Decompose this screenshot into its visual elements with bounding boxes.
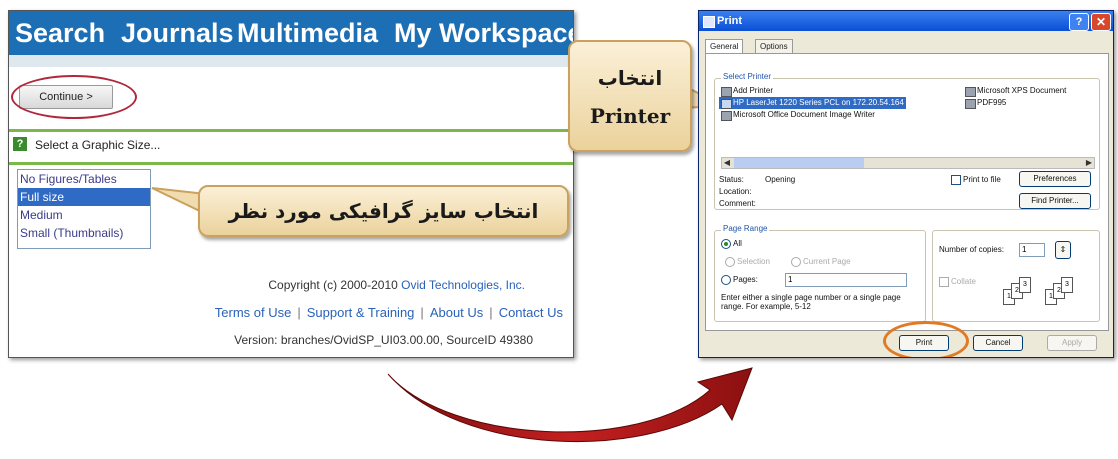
scroll-right-icon[interactable]: ▶: [1084, 158, 1094, 168]
printer-icon: [721, 99, 732, 109]
support-link[interactable]: Support & Training: [307, 305, 415, 320]
location-label: Location:: [719, 187, 752, 196]
copies-input[interactable]: 1: [1019, 243, 1045, 257]
copyright-text: Copyright (c) 2000-2010: [268, 278, 402, 292]
status-label: Status:: [719, 175, 744, 184]
printer-item-selected[interactable]: HP LaserJet 1220 Series PCL on 172.20.54…: [719, 97, 906, 109]
size-callout: انتخاب سایز گرافیکی مورد نظر: [198, 185, 569, 237]
collate-page-icon: 3: [1019, 277, 1031, 293]
help-icon[interactable]: ?: [13, 137, 27, 151]
printer-item[interactable]: Add Printer: [719, 85, 775, 97]
printer-callout-line1: انتخاب: [597, 66, 663, 90]
range-current-radio[interactable]: [791, 257, 801, 267]
collate-page-icon: 3: [1061, 277, 1073, 293]
range-pages-label: Pages:: [733, 275, 758, 284]
find-printer-button[interactable]: Find Printer...: [1019, 193, 1091, 209]
dialog-title: Print: [717, 15, 743, 27]
terms-link[interactable]: Terms of Use: [215, 305, 292, 320]
comment-label: Comment:: [719, 199, 756, 208]
print-highlight-ring: [883, 321, 969, 357]
main-nav-bar: Search Journals Multimedia My Workspace: [9, 11, 573, 55]
preferences-button[interactable]: Preferences: [1019, 171, 1091, 187]
link-separator: |: [489, 305, 493, 320]
continue-highlight-ring: [11, 75, 137, 119]
footer-copyright: Copyright (c) 2000-2010 Ovid Technologie…: [9, 278, 573, 292]
printer-icon: [703, 16, 715, 28]
printer-list-scrollbar[interactable]: ◀ ▶: [721, 157, 1095, 169]
range-help-text: Enter either a single page number or a s…: [721, 293, 901, 311]
print-to-file-label: Print to file: [963, 175, 1001, 184]
about-link[interactable]: About Us: [430, 305, 483, 320]
footer-links: Terms of Use | Support & Training | About Us…: [9, 305, 573, 320]
page-range-group: Page Range All Selection Current Page Pa…: [714, 224, 926, 322]
collate-label: Collate: [951, 277, 976, 286]
pages-input[interactable]: 1: [785, 273, 907, 287]
scroll-left-icon[interactable]: ◀: [722, 158, 732, 168]
status-value: Opening: [765, 175, 796, 184]
page-range-label: Page Range: [721, 224, 770, 233]
copies-group: Number of copies: 1 ⇕ Collate 1 2 3 1 2 …: [932, 230, 1100, 322]
tab-general[interactable]: General: [705, 39, 744, 54]
range-selection-radio[interactable]: [725, 257, 735, 267]
link-separator: |: [420, 305, 424, 320]
size-option[interactable]: Medium: [18, 206, 150, 224]
copyright-company-link[interactable]: Ovid Technologies, Inc.: [401, 278, 525, 292]
range-all-radio[interactable]: [721, 239, 731, 249]
nav-my-workspace[interactable]: My Workspace: [394, 11, 573, 55]
range-current-label: Current Page: [803, 257, 851, 266]
printer-icon: [721, 111, 732, 121]
size-option[interactable]: Small (Thumbnails): [18, 224, 150, 242]
add-printer-icon: [721, 87, 732, 97]
printer-item[interactable]: PDF995: [963, 97, 1008, 109]
nav-multimedia[interactable]: Multimedia: [237, 11, 378, 55]
footer-version: Version: branches/OvidSP_UI03.00.00, Sou…: [234, 333, 533, 347]
printer-item[interactable]: Microsoft XPS Document: [963, 85, 1068, 97]
help-button[interactable]: ?: [1069, 13, 1089, 31]
size-option-selected[interactable]: Full size: [18, 188, 150, 206]
ovid-page-screenshot: Search Journals Multimedia My Workspace …: [8, 10, 574, 358]
link-separator: |: [297, 305, 301, 320]
nav-subbar: [9, 55, 573, 67]
printer-callout: انتخاب Printer: [568, 40, 692, 152]
print-dialog: Print ? ✕ General Options Select Printer…: [698, 10, 1114, 358]
size-option[interactable]: No Figures/Tables: [18, 170, 150, 188]
print-titlebar: Print ? ✕: [699, 11, 1113, 31]
graphic-size-header: ? Select a Graphic Size...: [9, 129, 573, 165]
nav-journals[interactable]: Journals: [121, 11, 234, 55]
range-all-label: All: [733, 239, 742, 248]
range-pages-radio[interactable]: [721, 275, 731, 285]
copies-label: Number of copies:: [939, 245, 1004, 254]
curved-arrow-icon: [387, 367, 753, 443]
printer-callout-line2: Printer: [589, 104, 671, 128]
graphic-size-prompt: Select a Graphic Size...: [35, 138, 161, 152]
general-tab-panel: Select Printer Add Printer HP LaserJet 1…: [705, 53, 1109, 331]
graphic-size-listbox[interactable]: No Figures/Tables Full size Medium Small…: [17, 169, 151, 249]
contact-link[interactable]: Contact Us: [499, 305, 563, 320]
cancel-button[interactable]: Cancel: [973, 335, 1023, 351]
print-to-file-checkbox[interactable]: [951, 175, 961, 185]
printer-item[interactable]: Microsoft Office Document Image Writer: [719, 109, 877, 121]
printer-icon: [965, 99, 976, 109]
select-printer-label: Select Printer: [721, 72, 774, 81]
tab-options[interactable]: Options: [755, 39, 793, 54]
range-selection-label: Selection: [737, 257, 770, 266]
close-button[interactable]: ✕: [1091, 13, 1111, 31]
apply-button[interactable]: Apply: [1047, 335, 1097, 351]
collate-checkbox[interactable]: [939, 277, 949, 287]
scroll-thumb[interactable]: [734, 158, 864, 168]
nav-search[interactable]: Search: [15, 11, 105, 55]
select-printer-group: Select Printer Add Printer HP LaserJet 1…: [714, 72, 1100, 210]
copies-spinner[interactable]: ⇕: [1055, 241, 1071, 259]
printer-icon: [965, 87, 976, 97]
